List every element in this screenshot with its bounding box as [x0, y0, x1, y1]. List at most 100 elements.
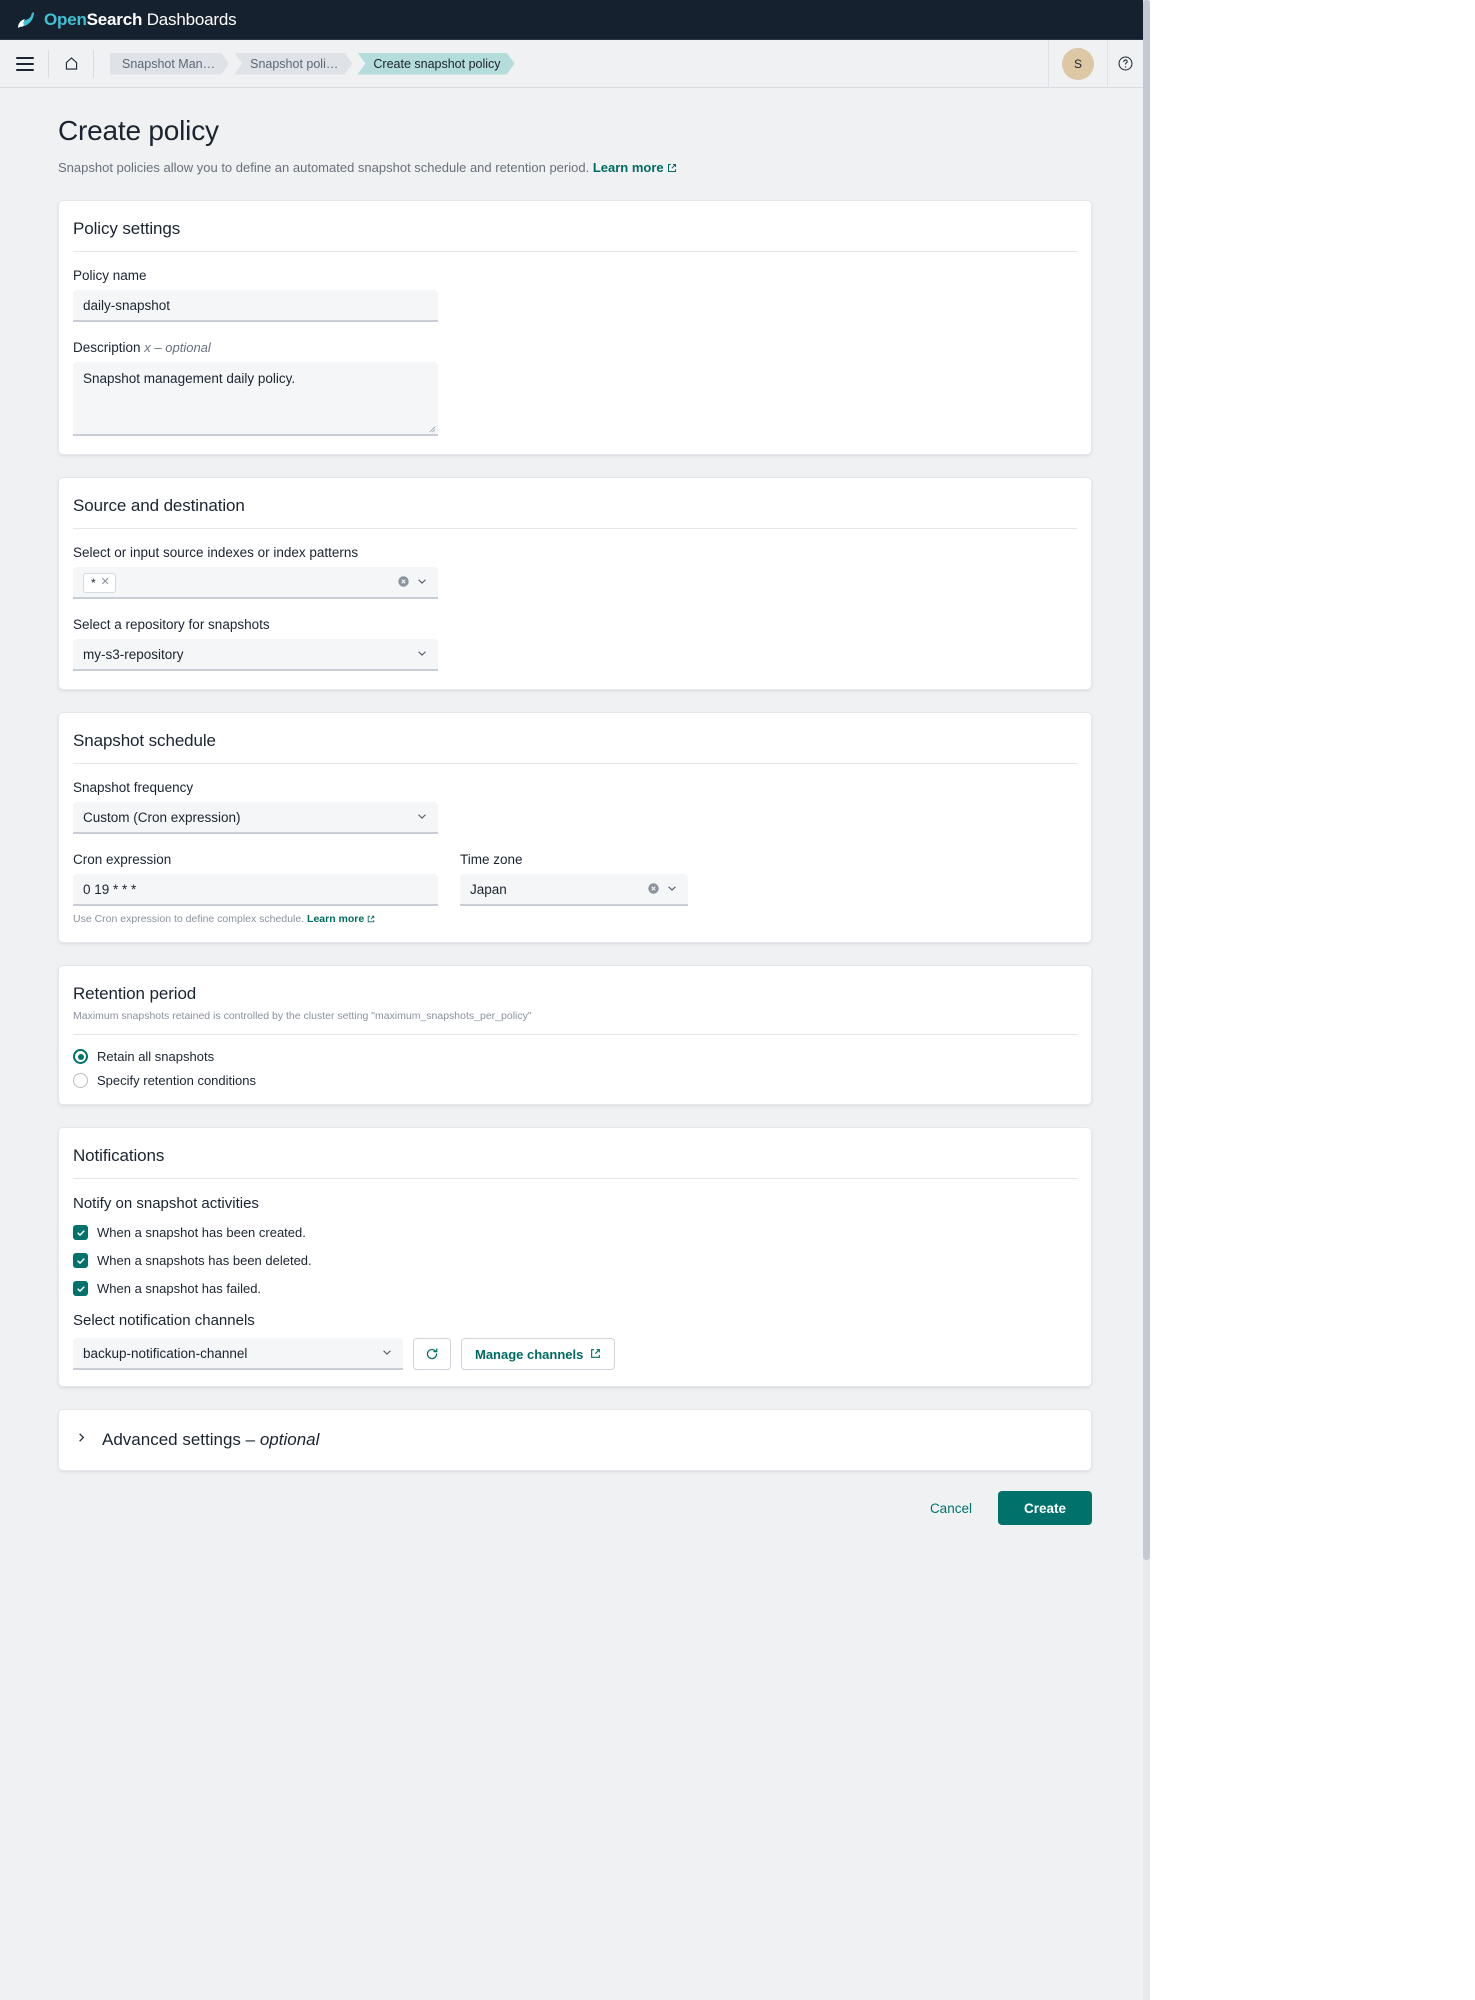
divider	[73, 1034, 1077, 1036]
description-textarea-value: Snapshot management daily policy.	[83, 371, 296, 387]
checkbox-icon	[73, 1281, 88, 1297]
scrollbar-thumb[interactable]	[1143, 0, 1150, 1560]
brand-search: Search	[86, 9, 143, 29]
retention-option-label: Retain all snapshots	[97, 1049, 215, 1065]
chevron-glyph	[418, 579, 426, 585]
home-glyph	[65, 57, 77, 70]
clear-icon[interactable]	[397, 575, 410, 591]
clear-glyph	[648, 882, 659, 894]
repository-select-value: my-s3-repository	[83, 647, 184, 663]
notify-checkbox-deleted[interactable]: When a snapshots has been deleted.	[73, 1253, 1077, 1269]
index-pattern-pill-label: *	[91, 575, 96, 590]
notify-activities-label: Notify on snapshot activities	[73, 1195, 259, 1213]
frequency-select-value: Custom (Cron expression)	[83, 810, 241, 826]
timezone-combobox[interactable]: Japan	[460, 874, 688, 907]
chevron-down-icon	[381, 1346, 393, 1361]
chevron-glyph	[418, 814, 426, 820]
source-indexes-field-group: Select or input source indexes or index …	[73, 545, 1077, 600]
notification-channel-row: backup-notification-channel Manage chann…	[73, 1338, 1077, 1371]
hamburger-menu-icon[interactable]	[10, 49, 40, 79]
retention-title: Retention period	[73, 984, 197, 1004]
refresh-channels-button[interactable]	[413, 1338, 451, 1371]
brand-open: Open	[44, 9, 87, 29]
notify-checkbox-label: When a snapshot has failed.	[97, 1281, 262, 1297]
timezone-label: Time zone	[460, 852, 523, 868]
cancel-button[interactable]: Cancel	[922, 1495, 980, 1522]
cron-learn-more-link[interactable]: Learn more	[307, 913, 364, 925]
retention-option-specify-conditions[interactable]: Specify retention conditions	[73, 1073, 1077, 1089]
frequency-label: Snapshot frequency	[73, 780, 194, 796]
chevron-down-icon	[416, 647, 428, 662]
help-glyph	[1118, 56, 1132, 71]
repository-select[interactable]: my-s3-repository	[73, 639, 438, 672]
refresh-icon	[426, 1348, 438, 1360]
clear-glyph	[398, 575, 409, 587]
notify-checkbox-created[interactable]: When a snapshot has been created.	[73, 1225, 1077, 1241]
divider	[73, 763, 1077, 765]
retention-note: Maximum snapshots retained is controlled…	[73, 1010, 532, 1023]
check-glyph	[76, 1285, 85, 1292]
source-destination-title: Source and destination	[73, 496, 245, 516]
avatar[interactable]: S	[1062, 47, 1094, 80]
notifications-panel: Notifications Notify on snapshot activit…	[58, 1127, 1092, 1388]
advanced-settings-accordion[interactable]: Advanced settings – optional	[59, 1410, 1091, 1470]
app-window: OpenSearch Dashboards Snapshot Man… Snap…	[0, 0, 1150, 2000]
cron-help-text: Use Cron expression to define complex sc…	[73, 913, 438, 926]
pill-remove-icon[interactable]: ✕	[101, 577, 110, 588]
repository-label: Select a repository for snapshots	[73, 617, 270, 633]
chevron-down-icon	[416, 810, 428, 825]
breadcrumb-item-create-snapshot-policy[interactable]: Create snapshot policy	[357, 53, 514, 75]
scrollbar-track[interactable]	[1143, 0, 1150, 2000]
global-header: OpenSearch Dashboards	[0, 0, 1150, 40]
breadcrumb: Snapshot Man… Snapshot poli… Create snap…	[110, 53, 520, 75]
advanced-settings-panel[interactable]: Advanced settings – optional	[58, 1409, 1092, 1472]
index-pattern-pill[interactable]: * ✕	[83, 572, 116, 593]
learn-more-link[interactable]: Learn more	[593, 160, 664, 175]
page-subtitle-text: Snapshot policies allow you to define an…	[58, 159, 590, 175]
help-circle-icon[interactable]	[1108, 55, 1142, 72]
source-indexes-combobox[interactable]: * ✕	[73, 567, 438, 600]
checkbox-icon	[73, 1253, 88, 1269]
check-glyph	[76, 1257, 85, 1264]
breadcrumb-item-snapshot-policies[interactable]: Snapshot poli…	[234, 53, 352, 75]
description-textarea[interactable]: Snapshot management daily policy.	[73, 362, 438, 437]
frequency-select[interactable]: Custom (Cron expression)	[73, 802, 438, 835]
policy-name-input[interactable]: daily-snapshot	[73, 290, 438, 323]
brand-dashboards: Dashboards	[146, 9, 237, 29]
notify-checkbox-failed[interactable]: When a snapshot has failed.	[73, 1281, 1077, 1297]
timezone-value: Japan	[470, 882, 507, 898]
cron-help-text-body: Use Cron expression to define complex sc…	[73, 913, 305, 926]
policy-settings-panel: Policy settings Policy name daily-snapsh…	[58, 200, 1092, 456]
external-link-icon	[590, 1347, 601, 1362]
advanced-settings-optional: – optional	[245, 1430, 320, 1450]
notification-channel-select[interactable]: backup-notification-channel	[73, 1338, 403, 1371]
chevron-down-icon[interactable]	[666, 882, 678, 897]
brand-title: OpenSearch Dashboards	[44, 9, 237, 30]
divider	[73, 251, 1077, 253]
divider	[73, 528, 1077, 530]
clear-icon[interactable]	[647, 882, 660, 898]
timezone-field-group: Time zone Japan	[460, 852, 688, 926]
combobox-pills: * ✕	[83, 572, 397, 593]
source-destination-panel: Source and destination Select or input s…	[58, 477, 1092, 691]
frequency-field-group: Snapshot frequency Custom (Cron expressi…	[73, 780, 1077, 835]
home-icon[interactable]	[57, 50, 85, 78]
chevron-down-icon[interactable]	[416, 575, 428, 590]
cron-input[interactable]: 0 19 * * *	[73, 874, 438, 907]
manage-channels-label: Manage channels	[475, 1346, 584, 1362]
policy-name-field-group: Policy name daily-snapshot	[73, 268, 1077, 323]
manage-channels-button[interactable]: Manage channels	[461, 1338, 616, 1371]
nav-divider-2	[93, 49, 94, 78]
description-optional-text: x – optional	[144, 340, 211, 356]
retention-option-retain-all[interactable]: Retain all snapshots	[73, 1049, 1077, 1065]
opensearch-logo-icon	[18, 11, 34, 28]
create-button[interactable]: Create	[997, 1491, 1092, 1526]
notify-checkbox-label: When a snapshots has been deleted.	[97, 1253, 312, 1269]
snapshot-schedule-title: Snapshot schedule	[73, 731, 216, 751]
breadcrumb-item-snapshot-management[interactable]: Snapshot Man…	[110, 53, 229, 75]
radio-icon	[73, 1073, 88, 1089]
brand-logo-group[interactable]: OpenSearch Dashboards	[14, 8, 237, 32]
chevron-right-icon	[75, 1431, 88, 1449]
description-label-text: Description	[73, 340, 141, 356]
radio-icon	[73, 1049, 88, 1065]
